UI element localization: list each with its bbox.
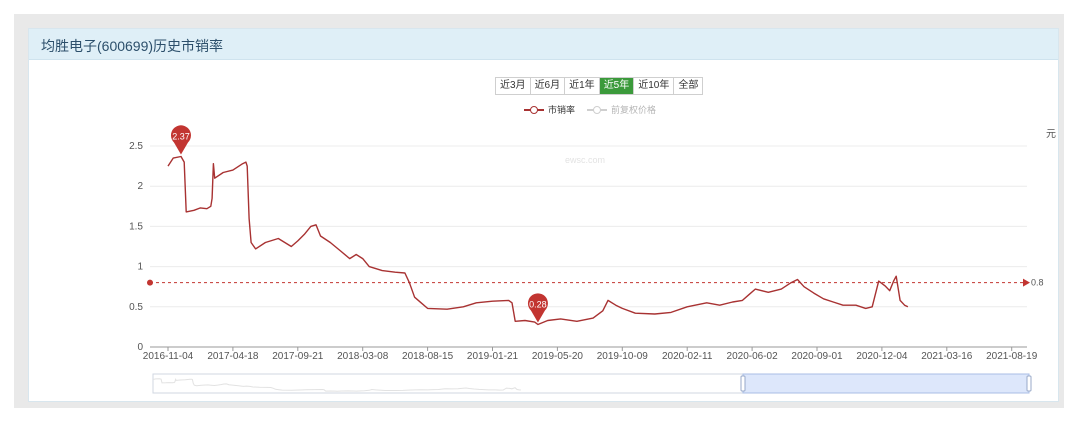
- zoom-slider-selection[interactable]: [742, 373, 1030, 394]
- x-tick-label: 2018-03-08: [337, 351, 389, 362]
- zoom-slider-left-handle[interactable]: [740, 375, 746, 392]
- y-tick-label: 0.5: [129, 302, 143, 313]
- y-tick-label: 1.5: [129, 221, 143, 232]
- reference-line-start-dot: [147, 279, 153, 286]
- reference-line-label: 0.8: [1031, 278, 1044, 288]
- chart-svg: 00.511.522.52016-11-04 2017-04-18 2017-09-…: [129, 125, 1044, 394]
- x-tick-label: 2020-12-04: [856, 351, 908, 362]
- x-tick-label: 2019-10-09: [597, 351, 649, 362]
- x-tick-label: 2016-11-04: [143, 351, 194, 362]
- zoom-slider-right-handle[interactable]: [1026, 375, 1032, 392]
- x-tick-label: 2020-06-02: [727, 351, 779, 362]
- x-tick-label: 2021-08-19: [986, 351, 1038, 362]
- max-marker-label: 2.37: [172, 131, 190, 141]
- x-tick-label: 2021-03-16: [921, 351, 973, 362]
- x-tick-label: 2017-09-21: [272, 351, 324, 362]
- x-tick-label: 2017-04-18: [207, 351, 259, 362]
- y-tick-label: 2: [137, 181, 143, 192]
- y-tick-label: 1: [137, 262, 143, 273]
- x-tick-label: 2019-01-21: [467, 351, 519, 362]
- y-tick-label: 2.5: [129, 141, 143, 152]
- x-tick-label: 2019-05-20: [532, 351, 584, 362]
- x-tick-label: 2020-09-01: [791, 351, 843, 362]
- min-marker-label: 0.28: [529, 299, 547, 309]
- reference-line-arrow-icon: [1023, 278, 1030, 287]
- x-tick-label: 2020-02-11: [662, 351, 713, 362]
- x-tick-label: 2018-08-15: [402, 351, 454, 362]
